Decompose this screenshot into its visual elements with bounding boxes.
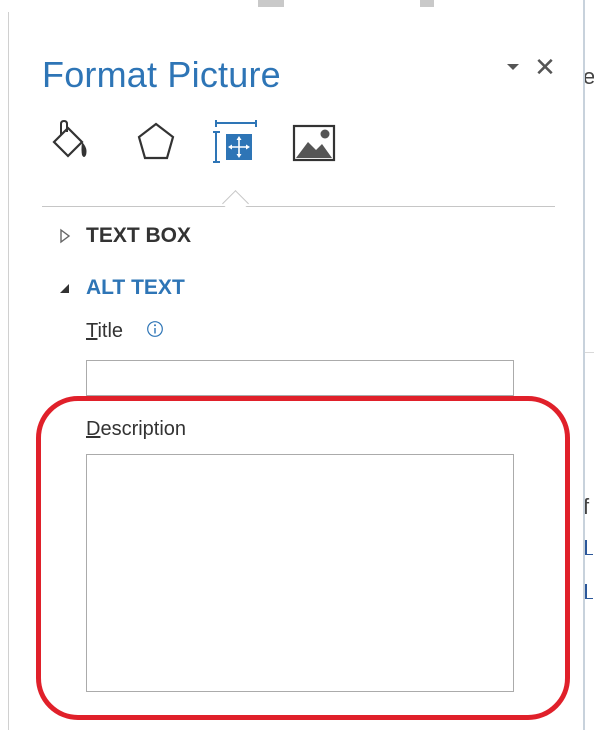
document-glyph: f	[585, 494, 590, 519]
title-input[interactable]	[86, 360, 514, 396]
description-label: Description	[86, 418, 186, 441]
section-alt-text[interactable]: ALT TEXT	[58, 276, 258, 302]
picture-icon	[292, 118, 340, 166]
paint-bucket-icon	[46, 118, 94, 166]
document-link-fragment[interactable]	[585, 540, 594, 558]
section-label: TEXT BOX	[86, 224, 192, 247]
size-properties-icon	[212, 118, 260, 166]
tab-effects[interactable]	[132, 118, 180, 166]
selected-tab-notch	[222, 190, 249, 217]
document-link-fragment[interactable]	[585, 584, 594, 602]
description-label-accelerator: D	[86, 418, 101, 440]
tab-size-properties[interactable]	[212, 118, 260, 166]
section-label: ALT TEXT	[86, 276, 185, 299]
title-label-text: itle	[97, 320, 124, 342]
title-label: Title	[86, 320, 123, 343]
pentagon-icon	[132, 118, 180, 166]
document-rule	[585, 352, 594, 353]
info-icon[interactable]	[146, 320, 164, 338]
tabs-divider	[42, 206, 555, 207]
document-text-fragment	[420, 0, 434, 7]
title-label-accelerator: T	[86, 320, 98, 342]
close-icon[interactable]: ✕	[532, 54, 558, 80]
document-top-strip	[0, 0, 594, 12]
document-peek: e f	[585, 0, 594, 730]
document-text-fragment	[258, 0, 284, 7]
pane-tabs	[46, 118, 366, 174]
pane-title: Format Picture	[42, 54, 281, 95]
tab-fill-line[interactable]	[46, 118, 94, 166]
pane-left-border	[8, 12, 9, 730]
collapse-arrow-icon	[58, 280, 72, 296]
description-textarea[interactable]	[86, 454, 514, 692]
triangle-down-icon[interactable]	[504, 58, 522, 76]
section-text-box[interactable]: TEXT BOX	[58, 224, 258, 250]
description-label-text: escription	[100, 418, 187, 440]
document-glyph: e	[585, 64, 594, 89]
expand-arrow-icon	[58, 228, 72, 244]
tab-picture[interactable]	[292, 118, 340, 166]
